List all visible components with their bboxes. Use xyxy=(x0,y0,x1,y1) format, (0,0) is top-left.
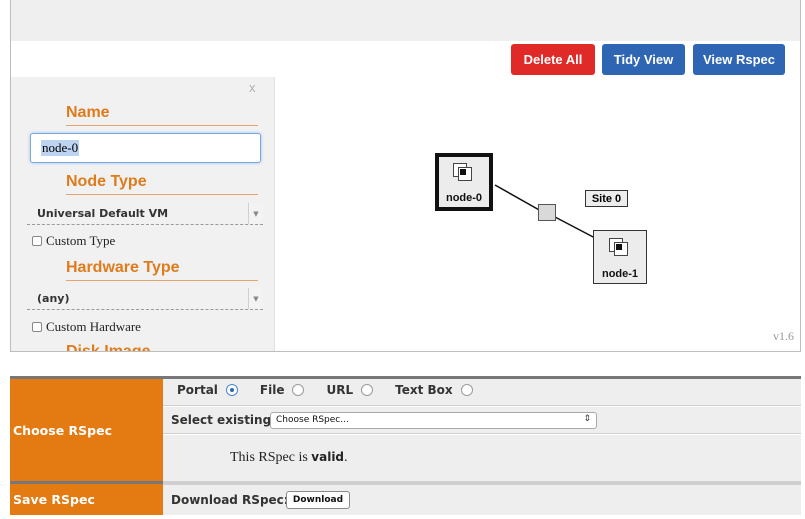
source-textbox-label: Text Box xyxy=(395,383,453,397)
node-1-label: node-1 xyxy=(601,268,639,280)
tidy-view-button[interactable]: Tidy View xyxy=(602,44,685,75)
node-name-value: node-0 xyxy=(41,140,80,156)
delete-all-button[interactable]: Delete All xyxy=(511,44,595,75)
editor-header-bar xyxy=(11,0,800,41)
close-icon[interactable]: x xyxy=(249,80,256,95)
rspec-source-row: Portal File URL Text Box xyxy=(163,379,801,406)
node-type-select[interactable]: Universal Default VM ▼ xyxy=(27,203,263,225)
version-label: v1.6 xyxy=(773,329,794,343)
source-portal-label: Portal xyxy=(177,383,218,397)
select-existing-row: Select existing: Choose RSpec... ⇕ xyxy=(163,407,801,434)
validation-prefix: This RSpec is xyxy=(230,450,308,465)
source-file-label: File xyxy=(259,383,285,397)
validation-status: valid xyxy=(311,450,345,464)
site-label[interactable]: Site 0 xyxy=(585,190,628,207)
select-existing-label: Select existing: xyxy=(171,413,276,427)
custom-hardware-checkbox[interactable] xyxy=(32,322,42,332)
hardware-type-heading: Hardware Type xyxy=(66,259,258,281)
node-0-label: node-0 xyxy=(445,192,483,204)
hardware-type-value: (any) xyxy=(37,292,70,305)
download-row: Download RSpec: Download xyxy=(163,484,801,515)
choose-rspec-label: Choose RSpec xyxy=(10,379,163,481)
source-url-radio[interactable] xyxy=(361,384,374,396)
custom-type-checkbox[interactable] xyxy=(32,236,42,246)
validation-row: This RSpec is valid. xyxy=(163,435,801,481)
link-switch[interactable] xyxy=(538,204,556,221)
rspec-form: Choose RSpec Save RSpec Portal File URL … xyxy=(10,376,801,517)
node-name-input[interactable]: node-0 xyxy=(30,133,261,163)
source-portal-radio[interactable] xyxy=(225,384,238,396)
node-type-heading: Node Type xyxy=(66,173,258,195)
select-existing-value: Choose RSpec... xyxy=(276,415,349,425)
disk-image-heading: Disk Image xyxy=(66,343,258,351)
custom-type-row[interactable]: Custom Type xyxy=(32,233,115,249)
name-heading: Name xyxy=(66,104,258,126)
node-properties-panel: x Name node-0 Node Type Universal Defaul… xyxy=(11,77,275,351)
save-rspec-label: Save RSpec xyxy=(10,484,163,515)
select-existing-dropdown[interactable]: Choose RSpec... ⇕ xyxy=(270,412,597,429)
node-0-box[interactable]: node-0 xyxy=(435,153,493,211)
source-file-radio[interactable] xyxy=(292,384,305,396)
source-textbox-radio[interactable] xyxy=(460,384,473,396)
topology-editor: Delete All Tidy View View Rspec x Name n… xyxy=(10,0,801,352)
source-url-label: URL xyxy=(326,383,354,397)
rspec-source-options: Portal File URL Text Box xyxy=(177,383,495,397)
custom-hardware-label: Custom Hardware xyxy=(46,319,141,334)
download-button[interactable]: Download xyxy=(286,491,350,509)
download-rspec-label: Download RSpec: xyxy=(171,493,289,507)
chevron-down-icon: ▼ xyxy=(248,288,263,309)
node-type-value: Universal Default VM xyxy=(37,207,169,220)
view-rspec-button[interactable]: View Rspec xyxy=(693,44,785,75)
validation-suffix: . xyxy=(344,450,348,465)
validation-message: This RSpec is valid. xyxy=(230,450,348,466)
chevron-updown-icon: ⇕ xyxy=(583,414,591,424)
hardware-type-select[interactable]: (any) ▼ xyxy=(27,288,263,310)
chevron-down-icon: ▼ xyxy=(248,203,263,224)
node-1-box[interactable]: node-1 xyxy=(593,230,647,284)
topology-canvas[interactable]: node-0 Site 0 node-1 v1.6 xyxy=(275,77,800,351)
custom-hardware-row[interactable]: Custom Hardware xyxy=(32,319,141,335)
custom-type-label: Custom Type xyxy=(46,233,116,248)
